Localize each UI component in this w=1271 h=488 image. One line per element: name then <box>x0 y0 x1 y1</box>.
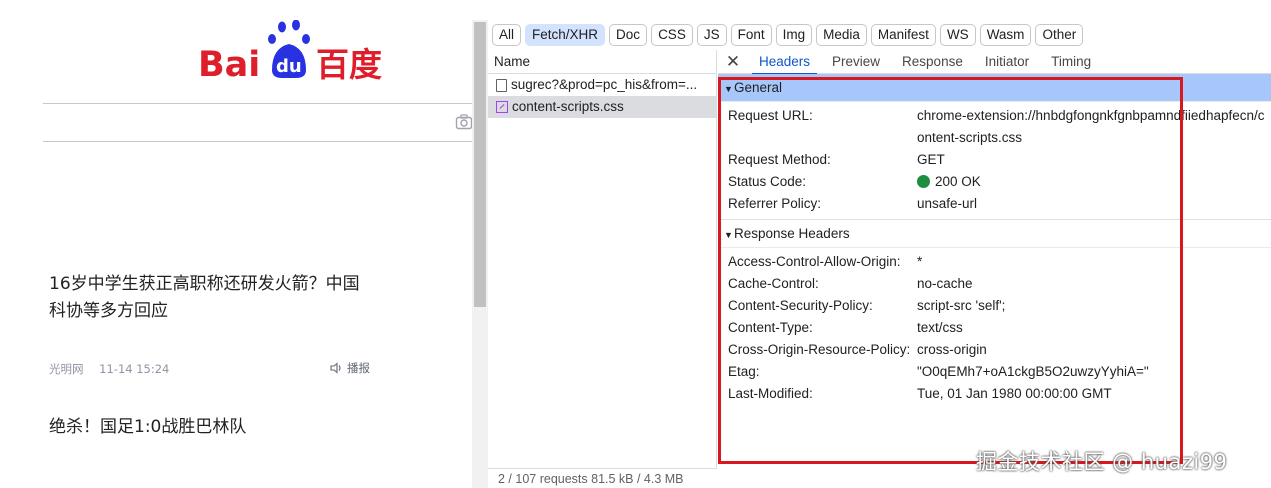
speaker-icon <box>330 362 341 374</box>
section-title: Response Headers <box>734 226 850 241</box>
tab-response[interactable]: Response <box>891 50 974 74</box>
header-key: Request Method: <box>728 152 831 167</box>
camera-icon[interactable] <box>455 113 472 131</box>
request-row-selected[interactable]: content-scripts.css <box>488 96 716 118</box>
filter-chip-wasm[interactable]: Wasm <box>979 24 1032 46</box>
header-value[interactable]: cross-origin <box>917 339 1271 361</box>
header-value[interactable]: 200 OK <box>917 171 1271 193</box>
header-value[interactable]: Tue, 01 Jan 1980 00:00:00 GMT <box>917 383 1271 405</box>
header-value[interactable]: "O0qEMh7+oA1ckgB5O2uwzyYyhiA=" <box>917 361 1271 383</box>
general-rows: Request URL: chrome-extension://hnbdgfong… <box>718 102 1271 215</box>
response-header-rows: Access-Control-Allow-Origin: * Cache-Contr… <box>718 248 1271 405</box>
header-row: Etag: "O0qEMh7+oA1ckgB5O2uwzyYyhiA=" <box>718 361 1271 383</box>
header-row: Request Method: GET <box>718 149 1271 171</box>
headers-pane: ▼General Request URL: chrome-extension://… <box>718 74 1271 468</box>
header-row: Referrer Policy: unsafe-url <box>718 193 1271 215</box>
section-title: General <box>734 80 783 95</box>
header-row: Cache-Control: no-cache <box>718 273 1271 295</box>
name-column-header[interactable]: Name <box>488 50 716 74</box>
broadcast-label: 播报 <box>347 361 370 375</box>
filter-chip-ws[interactable]: WS <box>939 24 976 46</box>
header-row: Content-Type: text/css <box>718 317 1271 339</box>
header-key: Cache-Control: <box>728 276 819 291</box>
header-key: Last-Modified: <box>728 386 813 401</box>
filter-chip-media[interactable]: Media <box>816 24 867 46</box>
filter-chip-fetch-xhr[interactable]: Fetch/XHR <box>525 24 606 46</box>
filter-chip-js[interactable]: JS <box>696 24 727 46</box>
header-key: Content-Type: <box>728 320 813 335</box>
news-item-title[interactable]: 16岁中学生获正高职称还研发火箭？中国科协等多方回应 <box>49 271 369 325</box>
header-row: Request URL: chrome-extension://hnbdgfong… <box>718 105 1271 149</box>
request-row[interactable]: sugrec?&prod=pc_his&from=... <box>488 74 716 96</box>
status-code-text: 200 OK <box>935 174 981 189</box>
filter-chip-css[interactable]: CSS <box>651 24 693 46</box>
header-row: Content-Security-Policy: script-src 'self… <box>718 295 1271 317</box>
request-name: sugrec?&prod=pc_his&from=... <box>511 77 698 92</box>
search-box-bottom-border <box>43 141 472 142</box>
filter-chip-all[interactable]: All <box>492 24 522 46</box>
header-row: Access-Control-Allow-Origin: * <box>718 251 1271 273</box>
tab-preview[interactable]: Preview <box>821 50 891 74</box>
header-row: Last-Modified: Tue, 01 Jan 1980 00:00:00 … <box>718 383 1271 405</box>
header-value[interactable]: GET <box>917 149 1271 171</box>
page-scrollbar[interactable] <box>472 20 488 488</box>
filter-chip-manifest[interactable]: Manifest <box>870 24 936 46</box>
header-key: Etag: <box>728 364 760 379</box>
header-key: Referrer Policy: <box>728 196 822 211</box>
network-status-bar: 2 / 107 requests 81.5 kB / 4.3 MB <box>488 468 717 488</box>
news-source: 光明网 <box>49 362 84 376</box>
request-type-filter-bar: All Fetch/XHR Doc CSS JS Font Img Media Manifest… <box>488 20 1271 50</box>
close-icon[interactable]: ✕ <box>718 52 748 72</box>
baidu-logo[interactable]: Bai du 百度 <box>196 20 396 82</box>
header-value[interactable]: unsafe-url <box>917 193 1271 215</box>
tab-initiator[interactable]: Initiator <box>974 50 1040 74</box>
tab-timing[interactable]: Timing <box>1040 50 1102 74</box>
search-box-top-border <box>43 103 472 104</box>
news-time: 11-14 15:24 <box>99 362 170 376</box>
filter-chip-other[interactable]: Other <box>1035 24 1084 46</box>
header-key: Content-Security-Policy: <box>728 298 873 313</box>
status-ok-icon <box>917 175 930 188</box>
news-item-meta: 光明网 11-14 15:24 <box>49 361 169 377</box>
watermark: 掘金技术社区 @ huazi99 <box>976 450 1228 474</box>
filter-chip-font[interactable]: Font <box>730 24 772 46</box>
header-row: Cross-Origin-Resource-Policy: cross-origi… <box>718 339 1271 361</box>
page-scrollbar-thumb[interactable] <box>474 22 486 307</box>
header-value[interactable]: no-cache <box>917 273 1271 295</box>
logo-bai: Bai <box>198 45 260 82</box>
document-icon <box>496 78 507 92</box>
header-key: Cross-Origin-Resource-Policy: <box>728 342 911 357</box>
broadcast-button[interactable]: 播报 <box>330 360 370 376</box>
general-section-header[interactable]: ▼General <box>718 74 1271 102</box>
header-value[interactable]: script-src 'self'; <box>917 295 1271 317</box>
header-value[interactable]: chrome-extension://hnbdgfongnkfgnbpamndf… <box>917 105 1271 149</box>
paw-icon: du <box>268 20 310 78</box>
css-file-icon <box>496 101 508 113</box>
filter-chip-doc[interactable]: Doc <box>609 24 648 46</box>
header-value[interactable]: * <box>917 251 1271 273</box>
header-value[interactable]: text/css <box>917 317 1271 339</box>
request-list: Name sugrec?&prod=pc_his&from=... conten… <box>488 50 717 468</box>
header-key: Request URL: <box>728 108 813 123</box>
news-item-title[interactable]: 绝杀！国足1:0战胜巴林队 <box>49 414 369 441</box>
filter-chip-img[interactable]: Img <box>775 24 813 46</box>
request-name: content-scripts.css <box>512 99 624 114</box>
response-headers-section-header[interactable]: ▼Response Headers <box>718 220 1271 248</box>
caret-down-icon: ▼ <box>724 230 733 240</box>
baidu-page: Bai du 百度 16岁中学生获正高职称还研发火箭？中国科协等多方回应 光明网… <box>0 0 472 488</box>
header-key: Status Code: <box>728 174 807 189</box>
header-key: Access-Control-Allow-Origin: <box>728 254 901 269</box>
tab-headers[interactable]: Headers <box>748 50 821 75</box>
logo-chinese: 百度 <box>316 45 382 82</box>
caret-down-icon: ▼ <box>724 84 733 94</box>
logo-du: du <box>276 56 302 77</box>
header-row: Status Code: 200 OK <box>718 171 1271 193</box>
devtools-network-panel: All Fetch/XHR Doc CSS JS Font Img Media Manifest… <box>488 20 1271 488</box>
detail-tabs: ✕ Headers Preview Response Initiator Timing <box>718 50 1271 75</box>
